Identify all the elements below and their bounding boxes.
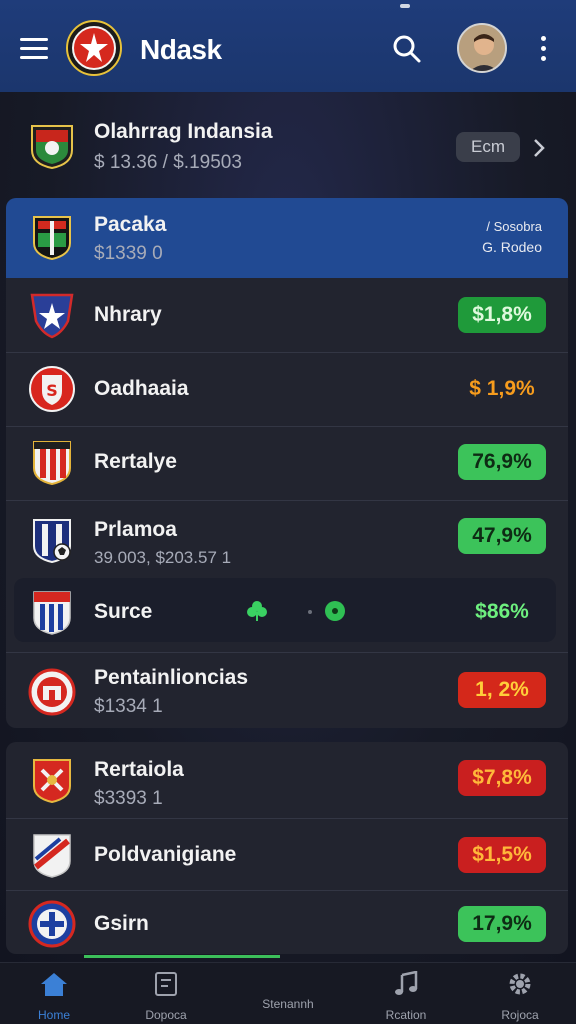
team-price: $3393 1 (94, 788, 163, 809)
team-row[interactable]: S Oadhaaia $ 1,9% (6, 352, 568, 426)
slash-icon: / (486, 219, 494, 234)
team-name: Olahrrag Indansia (94, 120, 273, 143)
team-name: Rertalye (94, 450, 177, 473)
dot-separator (308, 610, 312, 614)
nav-label: Stenannh (262, 997, 314, 1011)
team-crest-icon (33, 441, 71, 486)
app-logo (66, 20, 122, 76)
scroll-progress-bar (84, 955, 280, 958)
divider (6, 652, 568, 653)
team-prices: 39.003, $203.57 1 (94, 548, 232, 567)
nav-item-dopoca[interactable]: Dopoca (116, 971, 216, 1022)
team-row[interactable]: Gsirn 17,9% (6, 888, 568, 962)
change-badge: $ 1,9% (469, 377, 535, 400)
meta-line-1: Sosobra (493, 219, 542, 234)
nav-item-stenannh[interactable]: Stenannh (238, 971, 338, 1011)
team-name: Gsirn (94, 912, 149, 935)
team-name: Nhrary (94, 303, 162, 326)
meta-line-2: G. Rodeo (482, 239, 542, 255)
home-icon (41, 973, 67, 996)
team-row[interactable]: Prlamoa 39.003, $203.57 1 47,9% (6, 502, 568, 576)
document-icon (155, 972, 177, 996)
change-badge: $1,8% (458, 297, 546, 333)
team-crest-icon: S (29, 366, 75, 412)
bottom-navigation: Home Dopoca Stenannh Rcation Rojoca (0, 962, 576, 1024)
nav-item-rcation[interactable]: Rcation (356, 970, 456, 1022)
team-crest-icon (28, 900, 76, 948)
ecm-button[interactable]: Ecm (456, 132, 520, 162)
chevron-right-icon[interactable] (532, 138, 546, 158)
right-meta-1: / Sosobra (486, 219, 542, 234)
app-header: Ndask (0, 0, 576, 92)
nav-item-home[interactable]: Home (4, 971, 104, 1022)
team-prices: $ 13.36 / $.19503 (94, 152, 242, 173)
team-crest-icon (33, 519, 71, 564)
team-crest-icon (33, 834, 71, 878)
change-badge: $7,8% (458, 760, 546, 796)
featured-team-row[interactable]: Olahrrag Indansia $ 13.36 / $.19503 Ecm (6, 110, 568, 184)
team-row[interactable]: Nhrary $1,8% (6, 278, 568, 352)
user-avatar-icon (459, 25, 505, 71)
team-row[interactable]: Rertalye 76,9% (6, 426, 568, 500)
team-name: Poldvanigiane (94, 843, 237, 866)
more-icon[interactable] (536, 36, 550, 64)
change-badge: $1,5% (458, 837, 546, 873)
svg-text:S: S (46, 381, 58, 400)
clover-icon (247, 601, 267, 621)
blank-icon (274, 971, 302, 997)
team-name: Oadhaaia (94, 377, 189, 400)
nav-label: Rojoca (501, 1008, 539, 1022)
team-crest-icon (33, 216, 71, 261)
team-name: Pacaka (94, 213, 167, 236)
team-row[interactable]: Pentainlioncias $1334 1 1, 2% (6, 654, 568, 728)
team-row-selected[interactable]: Pacaka $1339 0 / Sosobra G. Rodeo (6, 201, 568, 275)
team-crest-icon (33, 759, 71, 804)
status-dot-icon (325, 601, 345, 621)
nav-item-rojoca[interactable]: Rojoca (470, 971, 570, 1022)
avatar[interactable] (457, 23, 507, 73)
nav-label: Rcation (385, 1008, 427, 1022)
team-crest-icon (30, 293, 74, 339)
change-badge: 1, 2% (458, 672, 546, 708)
team-name: Prlamoa (94, 518, 177, 541)
team-row[interactable]: Rertaiola $3393 1 $7,8% (6, 744, 568, 818)
team-crest-icon (33, 591, 71, 635)
team-crest-icon (28, 668, 76, 716)
team-crest-icon (31, 125, 73, 170)
team-row[interactable]: Poldvanigiane $1,5% (6, 818, 568, 892)
app-title: Ndask (140, 34, 222, 65)
status-indicator (400, 4, 410, 8)
team-price: $1334 1 (94, 696, 163, 717)
menu-icon[interactable] (20, 38, 48, 60)
team-price: $1339 0 (94, 243, 163, 264)
search-icon[interactable] (392, 34, 422, 64)
nav-label: Dopoca (145, 1008, 187, 1022)
team-name: Rertaiola (94, 758, 184, 781)
change-badge: 47,9% (458, 518, 546, 554)
change-badge: 76,9% (458, 444, 546, 480)
change-badge: 17,9% (458, 906, 546, 942)
change-badge: $86% (475, 600, 529, 623)
nav-label: Home (37, 1008, 70, 1022)
team-row[interactable]: Surce $86% (6, 574, 568, 648)
team-name: Pentainlioncias (94, 666, 249, 689)
team-name: Surce (94, 600, 153, 623)
music-icon (395, 970, 418, 995)
divider (6, 500, 568, 501)
gear-icon (509, 973, 531, 995)
